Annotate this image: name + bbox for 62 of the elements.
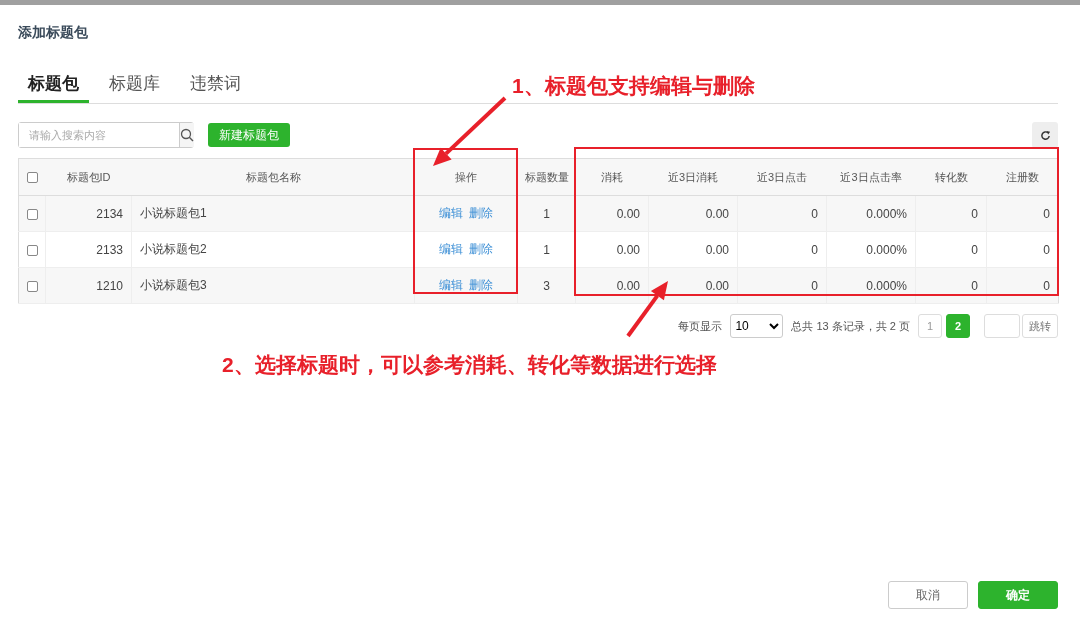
tab[interactable]: 违禁词 — [180, 66, 251, 103]
refresh-icon — [1039, 129, 1051, 141]
action-link[interactable]: 删除 — [469, 278, 493, 292]
row-checkbox[interactable] — [26, 208, 38, 220]
tab[interactable]: 标题包 — [18, 66, 89, 103]
jump-button[interactable]: 跳转 — [1022, 314, 1058, 338]
row-checkbox[interactable] — [26, 244, 38, 256]
cancel-button[interactable]: 取消 — [888, 581, 968, 609]
action-link[interactable]: 编辑 — [439, 242, 463, 256]
table-cell: 0 — [737, 195, 827, 232]
table-cell: 0 — [915, 231, 987, 268]
table-cell: 1 — [517, 231, 576, 268]
table-cell: 小说标题包3 — [131, 267, 415, 304]
table-cell: 1 — [517, 195, 576, 232]
per-page-select[interactable]: 10 — [730, 314, 784, 338]
table-cell: 0.000% — [826, 231, 916, 268]
table-cell: 0.00 — [648, 195, 738, 232]
column-header: 操作 — [414, 158, 518, 196]
column-header: 近3日点击 — [737, 158, 827, 196]
table-cell: 3 — [517, 267, 576, 304]
annotation-text: 2、选择标题时，可以参考消耗、转化等数据进行选择 — [222, 352, 717, 378]
table-cell: 0.00 — [575, 231, 649, 268]
table-cell: 2133 — [45, 231, 132, 268]
per-page-label: 每页显示 — [678, 318, 723, 334]
table-cell: 小说标题包1 — [131, 195, 415, 232]
search-field[interactable]: 请输入搜索内容 — [18, 122, 194, 148]
table-cell: 0 — [986, 195, 1059, 232]
table-cell: 0 — [737, 231, 827, 268]
new-package-button[interactable]: 新建标题包 — [208, 123, 290, 147]
column-header: 消耗 — [575, 158, 649, 196]
table-cell: 0.000% — [826, 195, 916, 232]
table-cell: 0.00 — [575, 195, 649, 232]
page-button[interactable]: 1 — [918, 314, 942, 338]
tab[interactable]: 标题库 — [99, 66, 170, 103]
table-cell: 2134 — [45, 195, 132, 232]
page-button[interactable]: 2 — [946, 314, 970, 338]
table-cell: 1210 — [45, 267, 132, 304]
action-link[interactable]: 删除 — [469, 206, 493, 220]
annotation-text: 1、标题包支持编辑与删除 — [512, 73, 755, 99]
column-header: 标题包名称 — [131, 158, 415, 196]
search-button[interactable] — [179, 123, 194, 147]
dialog-title: 添加标题包 — [18, 24, 89, 42]
confirm-button[interactable]: 确定 — [978, 581, 1058, 609]
table-cell: 0 — [915, 195, 987, 232]
search-icon — [180, 128, 194, 142]
column-header: 标题数量 — [517, 158, 576, 196]
page-input[interactable] — [984, 314, 1020, 338]
action-link[interactable]: 编辑 — [439, 206, 463, 220]
record-summary: 总共 13 条记录，共 2 页 — [791, 318, 910, 334]
column-header: 近3日消耗 — [648, 158, 738, 196]
action-link[interactable]: 编辑 — [439, 278, 463, 292]
column-header: 近3日点击率 — [826, 158, 916, 196]
refresh-button[interactable] — [1032, 122, 1058, 148]
column-header: 标题包ID — [45, 158, 132, 196]
table-cell: 0 — [986, 231, 1059, 268]
column-header: 注册数 — [986, 158, 1059, 196]
action-link[interactable]: 删除 — [469, 242, 493, 256]
row-checkbox[interactable] — [26, 280, 38, 292]
select-all-checkbox[interactable] — [26, 172, 38, 184]
column-header: 转化数 — [915, 158, 987, 196]
table-cell: 0.00 — [648, 231, 738, 268]
table-cell: 小说标题包2 — [131, 231, 415, 268]
